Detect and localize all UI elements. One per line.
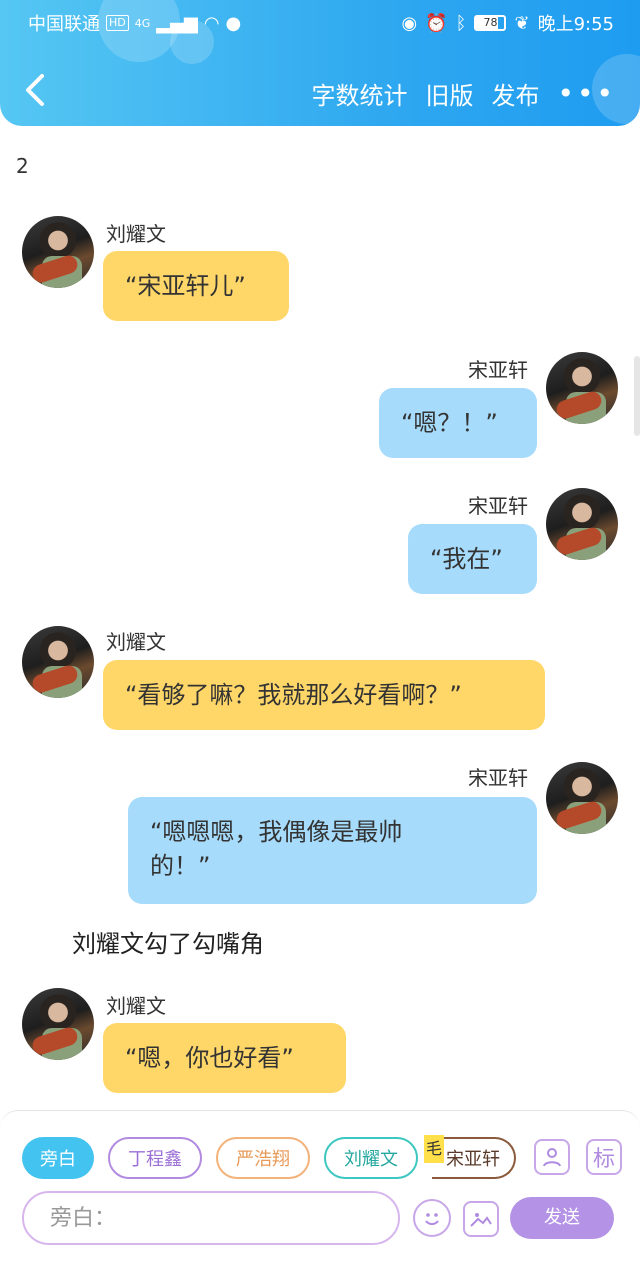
status-bar: 中国联通 HD 4G ▂▄▆ ◠ ● ◉ ⏰ ᛒ 78 ❦ 晚上9:55 (0, 0, 640, 44)
message-bubble[interactable]: “嗯？！” (379, 388, 537, 458)
message-bubble[interactable]: “我在” (408, 524, 537, 594)
stray-text: 2 (16, 154, 29, 178)
word-count-button[interactable]: 字数统计 (311, 76, 407, 111)
alarm-icon: ⏰ (425, 12, 448, 34)
speaker-name: 宋亚轩 (468, 358, 528, 382)
wifi-icon: ◠ (203, 12, 220, 34)
role-chip-liu[interactable]: 刘耀文 (324, 1137, 418, 1179)
wechat-icon: ● (225, 12, 242, 34)
clock-label: 晚上9:55 (537, 14, 614, 35)
speaker-name: 宋亚轩 (468, 494, 528, 518)
avatar[interactable] (546, 762, 618, 834)
tag-button[interactable]: 标 (586, 1139, 622, 1175)
bluetooth-icon: ᛒ (455, 12, 467, 34)
role-chip-song[interactable]: 宋亚轩 (432, 1137, 516, 1179)
speaker-name: 刘耀文 (106, 994, 166, 1018)
back-arrow-icon[interactable] (22, 72, 50, 108)
old-version-button[interactable]: 旧版 (425, 76, 473, 111)
add-character-icon[interactable] (534, 1139, 570, 1175)
top-header: 中国联通 HD 4G ▂▄▆ ◠ ● ◉ ⏰ ᛒ 78 ❦ 晚上9:55 字数统… (0, 0, 640, 126)
signal-icon: ▂▄▆ (156, 12, 198, 34)
avatar[interactable] (22, 988, 94, 1060)
message-bubble[interactable]: “嗯，你也好看” (103, 1023, 346, 1093)
eye-icon: ◉ (401, 12, 418, 34)
highlight-marker: 毛 (424, 1135, 444, 1163)
message-bubble[interactable]: “看够了嘛？我就那么好看啊？” (103, 660, 545, 730)
message-bubble[interactable]: “嗯嗯嗯，我偶像是最帅的！” (128, 797, 537, 904)
emoji-icon[interactable] (413, 1199, 451, 1237)
speaker-name: 宋亚轩 (468, 766, 528, 790)
role-chip-ding[interactable]: 丁程鑫 (108, 1137, 202, 1179)
image-icon[interactable] (463, 1201, 499, 1237)
avatar[interactable] (22, 216, 94, 288)
narration-text: 刘耀文勾了勾嘴角 (72, 930, 264, 958)
more-icon[interactable]: ••• (557, 79, 616, 107)
speaker-name: 刘耀文 (106, 630, 166, 654)
publish-button[interactable]: 发布 (491, 76, 539, 111)
leaf-icon: ❦ (514, 12, 530, 34)
network-label: 4G (134, 16, 151, 30)
avatar[interactable] (22, 626, 94, 698)
role-chip-yan[interactable]: 严浩翔 (216, 1137, 310, 1179)
avatar[interactable] (546, 488, 618, 560)
speaker-name: 刘耀文 (106, 222, 166, 246)
send-button[interactable]: 发送 (510, 1197, 614, 1239)
hd-icon: HD (106, 15, 129, 31)
message-bubble[interactable]: “宋亚轩儿” (103, 251, 289, 321)
navigation-bar: 字数统计 旧版 发布 ••• (0, 62, 640, 122)
battery-icon: 78 (474, 15, 507, 31)
message-input[interactable] (22, 1191, 400, 1245)
scrollbar[interactable] (634, 356, 640, 436)
composer-panel: 旁白 丁程鑫 严浩翔 刘耀文 宋亚轩 毛 标 发送 (0, 1110, 640, 1280)
carrier-label: 中国联通 (28, 14, 100, 35)
avatar[interactable] (546, 352, 618, 424)
role-chip-narration[interactable]: 旁白 (22, 1137, 94, 1179)
